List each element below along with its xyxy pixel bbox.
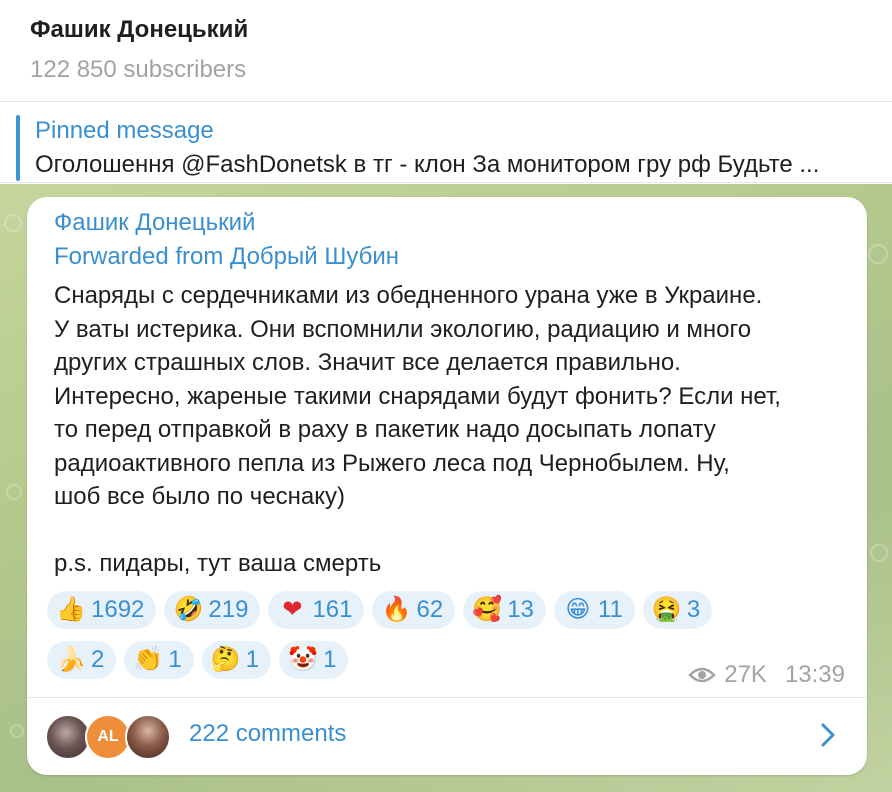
reaction-clown[interactable]: 🤡 1 <box>279 641 349 679</box>
message-line: радиоактивного пепла из Рыжего леса под … <box>54 449 730 477</box>
message-line: У ваты истерика. Они вспомнили экологию,… <box>54 315 752 343</box>
reaction-count: 161 <box>312 596 353 623</box>
pinned-text: Оголошення @FashDonetsk в тг - клон За м… <box>35 151 820 178</box>
message-line: Интересно, жареные такими снарядами буду… <box>54 382 781 410</box>
reaction-thumbs-up[interactable]: 👍 1692 <box>47 591 157 629</box>
fire-icon: 🔥 <box>381 596 412 623</box>
clown-face-icon: 🤡 <box>288 646 319 673</box>
post-author[interactable]: Фашик Донецький <box>54 209 255 237</box>
reaction-count: 11 <box>597 596 623 623</box>
reaction-smiling-hearts[interactable]: 🥰 13 <box>463 591 546 629</box>
reaction-count: 62 <box>416 596 444 623</box>
reaction-count: 1692 <box>91 596 145 623</box>
reaction-count: 3 <box>686 596 701 623</box>
pinned-accent-bar <box>16 115 20 181</box>
pinned-label: Pinned message <box>35 117 214 144</box>
banana-icon: 🍌 <box>56 646 86 673</box>
rofl-icon: 🤣 <box>173 596 204 623</box>
grinning-face-icon: 😁 <box>565 596 591 623</box>
reactions-row: 👍 1692 🤣 219 ❤ 161 🔥 62 🥰 13 😁 11 🤮 3 <box>47 591 827 629</box>
views-eye-icon <box>688 667 716 683</box>
reaction-count: 1 <box>245 646 260 673</box>
reaction-clapping[interactable]: 👏 1 <box>124 641 194 679</box>
channel-title: Фашик Донецький <box>30 16 249 43</box>
message-line: шоб все было по чеснаку) <box>54 483 346 510</box>
message-meta: 27K 13:39 <box>688 661 845 689</box>
message-line: Снаряды с сердечниками из обедненного ур… <box>54 282 763 309</box>
thumbs-up-icon: 👍 <box>56 596 86 623</box>
message-time: 13:39 <box>784 661 845 688</box>
reaction-count: 1 <box>168 646 182 673</box>
vomiting-face-icon: 🤮 <box>651 596 682 623</box>
avatar <box>125 714 171 760</box>
message-bubble[interactable]: Фашик Донецький Forwarded from Добрый Шу… <box>27 197 867 775</box>
reaction-count: 13 <box>507 596 534 623</box>
reaction-thinking[interactable]: 🤔 1 <box>201 641 272 679</box>
commenter-avatars: AL <box>45 714 175 760</box>
reaction-count: 219 <box>208 596 249 623</box>
reaction-banana[interactable]: 🍌 2 <box>47 641 117 679</box>
reaction-vomiting[interactable]: 🤮 3 <box>642 591 713 629</box>
clapping-hands-icon: 👏 <box>133 646 164 673</box>
message-line: p.s. пидары, тут ваша смерть <box>54 550 382 577</box>
message-blank-line <box>54 514 854 548</box>
heart-icon: ❤ <box>282 596 303 623</box>
subscriber-count: 122 850 subscribers <box>30 56 247 83</box>
view-count: 27K <box>724 661 767 688</box>
comments-button[interactable]: AL 222 comments <box>27 698 867 775</box>
thinking-face-icon: 🤔 <box>210 646 241 673</box>
forwarded-from[interactable]: Forwarded from Добрый Шубин <box>54 243 399 271</box>
message-line: других страшных слов. Значит все делаетс… <box>54 349 681 376</box>
message-text: Снаряды с сердечниками из обедненного ур… <box>54 279 854 581</box>
reaction-heart[interactable]: ❤ 161 <box>268 591 365 629</box>
comments-count: 222 comments <box>189 720 347 747</box>
reaction-grinning[interactable]: 😁 11 <box>553 591 635 629</box>
chevron-right-icon <box>821 723 835 747</box>
reaction-fire[interactable]: 🔥 62 <box>372 591 456 629</box>
reaction-count: 2 <box>91 646 105 673</box>
message-line: то перед отправкой в раху в пакетик надо… <box>54 416 716 443</box>
channel-header[interactable]: Фашик Донецький 122 850 subscribers <box>0 0 892 102</box>
reaction-rofl[interactable]: 🤣 219 <box>164 591 261 629</box>
reaction-count: 1 <box>323 646 337 673</box>
pinned-message-bar[interactable]: Pinned message Оголошення @FashDonetsk в… <box>0 103 892 183</box>
smiling-face-with-hearts-icon: 🥰 <box>472 596 503 623</box>
